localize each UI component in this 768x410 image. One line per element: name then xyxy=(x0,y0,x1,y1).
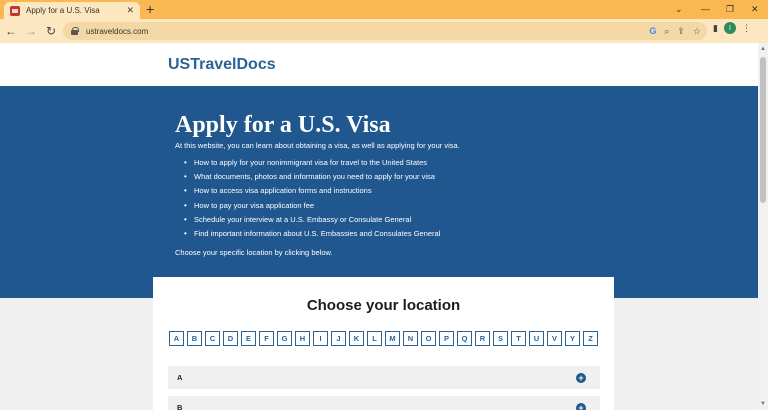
bookmark-star-icon[interactable]: ☆ xyxy=(693,24,701,38)
list-item: Schedule your interview at a U.S. Embass… xyxy=(175,215,440,229)
list-item: Find important information about U.S. Em… xyxy=(175,229,440,243)
hero-intro: At this website, you can learn about obt… xyxy=(175,141,460,150)
scroll-down-arrow-icon[interactable]: ▼ xyxy=(760,401,766,407)
page-title: Apply for a U.S. Visa xyxy=(175,112,391,138)
hero-section: Apply for a U.S. Visa At this website, y… xyxy=(0,86,758,298)
scroll-up-arrow-icon[interactable]: ▲ xyxy=(760,46,766,52)
letter-button-c[interactable]: C xyxy=(205,331,220,346)
side-panel-icon[interactable]: ▮ xyxy=(713,23,718,34)
location-card: Choose your location A B C D E F G H I J… xyxy=(153,277,614,410)
tab-title: Apply for a U.S. Visa xyxy=(26,6,100,15)
profile-avatar[interactable]: I xyxy=(723,22,736,34)
google-lens-icon[interactable]: G xyxy=(649,24,656,38)
letter-button-g[interactable]: G xyxy=(277,331,292,346)
close-window-button[interactable]: ✕ xyxy=(751,2,759,16)
letter-button-d[interactable]: D xyxy=(223,331,238,346)
hero-list: How to apply for your nonimmigrant visa … xyxy=(175,158,440,243)
url-text[interactable]: ustraveldocs.com xyxy=(86,27,148,36)
site-favicon-icon xyxy=(10,5,20,16)
letter-button-z[interactable]: Z xyxy=(583,331,598,346)
restore-button[interactable]: ❐ xyxy=(726,2,734,16)
letter-button-q[interactable]: Q xyxy=(457,331,472,346)
letter-button-o[interactable]: O xyxy=(421,331,436,346)
location-title: Choose your location xyxy=(306,297,461,314)
letter-filter: A B C D E F G H I J K L M N O P Q R S T … xyxy=(169,331,598,346)
letter-button-t[interactable]: T xyxy=(511,331,526,346)
accordion-section-b[interactable]: B + xyxy=(168,396,600,410)
letter-button-n[interactable]: N xyxy=(403,331,418,346)
share-icon[interactable]: ⇪ xyxy=(677,24,685,38)
letter-button-m[interactable]: M xyxy=(385,331,400,346)
letter-button-b[interactable]: B xyxy=(187,331,202,346)
site-header: USTravelDocs xyxy=(0,43,758,86)
letter-button-u[interactable]: U xyxy=(529,331,544,346)
tab-close-icon[interactable]: ✕ xyxy=(126,5,134,16)
back-arrow-icon[interactable]: ← xyxy=(2,22,20,40)
minimize-button[interactable]: — xyxy=(701,2,710,16)
reload-icon[interactable]: ↻ xyxy=(42,22,60,40)
letter-button-f[interactable]: F xyxy=(259,331,274,346)
accordion-label: A xyxy=(177,373,183,382)
list-item: How to pay your visa application fee xyxy=(175,201,440,215)
letter-button-i[interactable]: I xyxy=(313,331,328,346)
address-bar[interactable]: ustraveldocs.com G ⌕ ⇪ ☆ xyxy=(63,22,707,40)
letter-button-j[interactable]: J xyxy=(331,331,346,346)
letter-button-r[interactable]: R xyxy=(475,331,490,346)
letter-button-k[interactable]: K xyxy=(349,331,364,346)
list-item: What documents, photos and information y… xyxy=(175,172,440,186)
omnibox-icons: G ⌕ ⇪ ☆ xyxy=(649,24,701,38)
letter-button-h[interactable]: H xyxy=(295,331,310,346)
letter-button-v[interactable]: V xyxy=(547,331,562,346)
accordion-section-a[interactable]: A + xyxy=(168,366,600,389)
accordion-label: B xyxy=(177,403,183,410)
tab-search-icon[interactable]: ⌄ xyxy=(675,2,683,16)
page-viewport: USTravelDocs Apply for a U.S. Visa At th… xyxy=(0,43,758,410)
browser-toolbar: ← → ↻ ustraveldocs.com G ⌕ ⇪ ☆ ▮ I ⋮ xyxy=(0,19,768,43)
tab-strip: Apply for a U.S. Visa ✕ + ⌄ — ❐ ✕ xyxy=(0,0,768,19)
page-scrollbar[interactable]: ▲ ▼ xyxy=(758,43,768,410)
toolbar-right-icons: ▮ I ⋮ xyxy=(713,22,751,34)
scroll-thumb[interactable] xyxy=(760,57,766,203)
lock-icon xyxy=(71,27,79,35)
expand-plus-icon[interactable]: + xyxy=(576,373,586,383)
browser-tab[interactable]: Apply for a U.S. Visa ✕ xyxy=(4,2,140,19)
forward-arrow-icon[interactable]: → xyxy=(22,22,40,40)
menu-kebab-icon[interactable]: ⋮ xyxy=(742,23,751,34)
site-logo[interactable]: USTravelDocs xyxy=(168,56,276,74)
letter-button-l[interactable]: L xyxy=(367,331,382,346)
new-tab-button[interactable]: + xyxy=(146,1,154,18)
hero-outro: Choose your specific location by clickin… xyxy=(175,248,333,257)
letter-button-s[interactable]: S xyxy=(493,331,508,346)
letter-button-p[interactable]: P xyxy=(439,331,454,346)
list-item: How to apply for your nonimmigrant visa … xyxy=(175,158,440,172)
letter-button-e[interactable]: E xyxy=(241,331,256,346)
list-item: How to access visa application forms and… xyxy=(175,186,440,200)
letter-button-a[interactable]: A xyxy=(169,331,184,346)
expand-plus-icon[interactable]: + xyxy=(576,403,586,410)
letter-button-y[interactable]: Y xyxy=(565,331,580,346)
zoom-icon[interactable]: ⌕ xyxy=(664,24,669,38)
